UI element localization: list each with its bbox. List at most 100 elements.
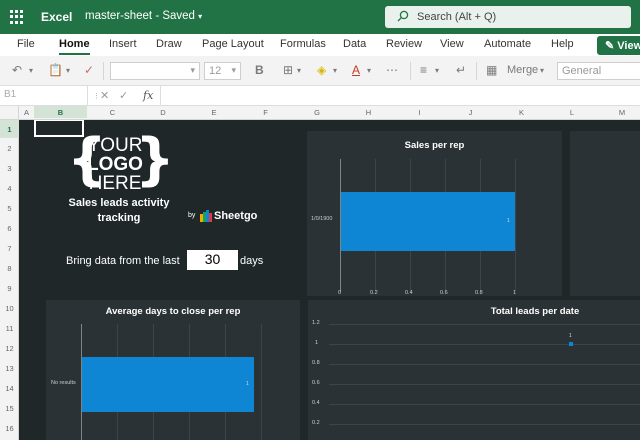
category-label: 1/0/1900 xyxy=(311,216,333,222)
name-box[interactable]: B1 xyxy=(0,86,88,105)
pencil-icon: ✎ xyxy=(605,40,615,52)
app-name[interactable]: Excel xyxy=(41,10,72,24)
row-header[interactable]: 14 xyxy=(0,384,19,393)
row-header[interactable]: 11 xyxy=(0,324,19,333)
column-header[interactable]: H xyxy=(343,108,394,117)
data-point[interactable] xyxy=(569,342,573,346)
tab-view[interactable]: View xyxy=(440,38,464,50)
column-header[interactable]: C xyxy=(87,108,138,117)
fill-color-icon[interactable]: ◈ xyxy=(317,63,326,77)
paste-icon[interactable]: 📋 xyxy=(48,63,63,77)
saved-status: Saved xyxy=(162,10,195,22)
title-bar: Excel master-sheet - Saved ▾ Search (Alt… xyxy=(0,0,640,34)
y-tick: 0.6 xyxy=(312,380,320,386)
wrap-text-icon[interactable]: ↵ xyxy=(456,63,466,77)
search-icon xyxy=(397,10,409,25)
row-header[interactable]: 13 xyxy=(0,364,19,373)
tab-automate[interactable]: Automate xyxy=(484,38,531,50)
cancel-icon[interactable]: ✕ xyxy=(100,89,109,102)
tab-formulas[interactable]: Formulas xyxy=(280,38,326,50)
data-label: 1 xyxy=(569,333,572,339)
row-header[interactable]: 15 xyxy=(0,404,19,413)
font-color-icon[interactable]: A xyxy=(352,63,360,77)
tab-draw[interactable]: Draw xyxy=(156,38,182,50)
confirm-icon[interactable]: ✓ xyxy=(119,89,128,102)
tab-data[interactable]: Data xyxy=(343,38,366,50)
bar-1-0-1900[interactable] xyxy=(341,192,515,251)
tab-insert[interactable]: Insert xyxy=(109,38,137,50)
column-header[interactable]: I xyxy=(394,108,445,117)
tab-page-layout[interactable]: Page Layout xyxy=(202,38,264,50)
chevron-down-icon: ▾ xyxy=(198,12,203,21)
row-header[interactable]: 7 xyxy=(0,244,19,253)
borders-icon[interactable]: ⊞ xyxy=(283,63,293,77)
row-header[interactable]: 8 xyxy=(0,264,19,273)
align-icon[interactable]: ≡ xyxy=(420,63,427,77)
row-header[interactable]: 9 xyxy=(0,284,19,293)
chevron-down-icon[interactable]: ▾ xyxy=(435,66,439,75)
search-box[interactable]: Search (Alt + Q) xyxy=(385,6,631,28)
chart-total-leads-per-date[interactable]: Total leads per date 1.2 1 0.8 0.6 0.4 0… xyxy=(308,300,640,440)
logo-placeholder: { } YOUR LOGO HERE xyxy=(67,127,175,194)
font-size-value: 12 xyxy=(209,65,222,77)
column-header[interactable]: G xyxy=(291,108,343,117)
chevron-down-icon[interactable]: ▾ xyxy=(297,66,301,75)
tab-review[interactable]: Review xyxy=(386,38,422,50)
chevron-down-icon[interactable]: ▾ xyxy=(367,66,371,75)
undo-icon[interactable]: ↶ xyxy=(12,63,22,77)
format-painter-icon[interactable]: ✓ xyxy=(84,63,94,77)
bold-button[interactable]: B xyxy=(255,63,264,77)
row-header[interactable]: 3 xyxy=(0,164,19,173)
view-mode-button[interactable]: ✎ View xyxy=(597,36,640,55)
row-header[interactable]: 4 xyxy=(0,184,19,193)
chevron-down-icon[interactable]: ▾ xyxy=(66,66,70,75)
row-header-selected[interactable]: 1 xyxy=(0,120,19,138)
row-headers: 1 2 3 4 5 6 7 8 9 10 11 12 13 14 15 16 xyxy=(0,120,19,440)
chart-title: Total leads per date xyxy=(490,306,580,317)
row-header[interactable]: 5 xyxy=(0,204,19,213)
column-header[interactable]: A xyxy=(19,108,34,117)
data-label: 1 xyxy=(507,218,510,224)
more-options-icon[interactable]: ⋯ xyxy=(386,63,398,77)
column-header[interactable]: D xyxy=(138,108,188,117)
chart-title: Average days to close per rep xyxy=(105,306,241,317)
function-icon[interactable]: fx xyxy=(143,89,153,102)
select-all-corner[interactable] xyxy=(0,106,19,120)
column-header[interactable]: M xyxy=(597,108,640,117)
y-tick: 0.2 xyxy=(312,420,320,426)
app-launcher-icon[interactable] xyxy=(10,10,24,24)
number-format-select[interactable]: General xyxy=(557,62,640,80)
document-name[interactable]: master-sheet - Saved ▾ xyxy=(85,10,202,22)
chevron-down-icon[interactable]: ▾ xyxy=(29,66,33,75)
row-header[interactable]: 2 xyxy=(0,144,19,153)
merge-label[interactable]: Merge xyxy=(507,64,538,76)
chevron-down-icon[interactable]: ▾ xyxy=(540,66,544,75)
bar-no-results[interactable] xyxy=(82,357,254,412)
column-headers: A B C D E F G H I J K L M xyxy=(0,106,640,120)
column-header[interactable]: L xyxy=(547,108,597,117)
column-header[interactable]: J xyxy=(445,108,496,117)
sheet-grid[interactable]: { } YOUR LOGO HERE Sales leads activity … xyxy=(19,120,640,440)
row-header[interactable]: 6 xyxy=(0,224,19,233)
tab-file[interactable]: File xyxy=(17,38,35,50)
x-tick: 0.8 xyxy=(475,290,483,296)
font-family-select[interactable]: ▾ xyxy=(110,62,200,80)
row-header[interactable]: 10 xyxy=(0,304,19,313)
x-tick: 0.2 xyxy=(370,290,378,296)
formula-input[interactable] xyxy=(160,86,640,105)
chart-sales-per-rep[interactable]: Sales per rep 1/0/1900 1 0 0.2 0.4 0.6 0… xyxy=(307,131,562,296)
column-header-selected[interactable]: B xyxy=(34,106,87,118)
column-header[interactable]: F xyxy=(240,108,291,117)
row-header[interactable]: 12 xyxy=(0,344,19,353)
font-size-select[interactable]: 12 ▾ xyxy=(204,62,241,80)
chart-average-days-to-close[interactable]: Average days to close per rep No results… xyxy=(46,300,300,440)
tab-home[interactable]: Home xyxy=(59,38,90,55)
column-header[interactable]: K xyxy=(496,108,547,117)
days-input[interactable]: 30 xyxy=(187,250,238,270)
row-header[interactable]: 16 xyxy=(0,424,19,433)
column-header[interactable]: E xyxy=(188,108,240,117)
merge-icon[interactable]: ▦ xyxy=(486,63,497,77)
chart-panel-partial[interactable] xyxy=(570,131,640,296)
tab-help[interactable]: Help xyxy=(551,38,574,50)
chevron-down-icon[interactable]: ▾ xyxy=(333,66,337,75)
